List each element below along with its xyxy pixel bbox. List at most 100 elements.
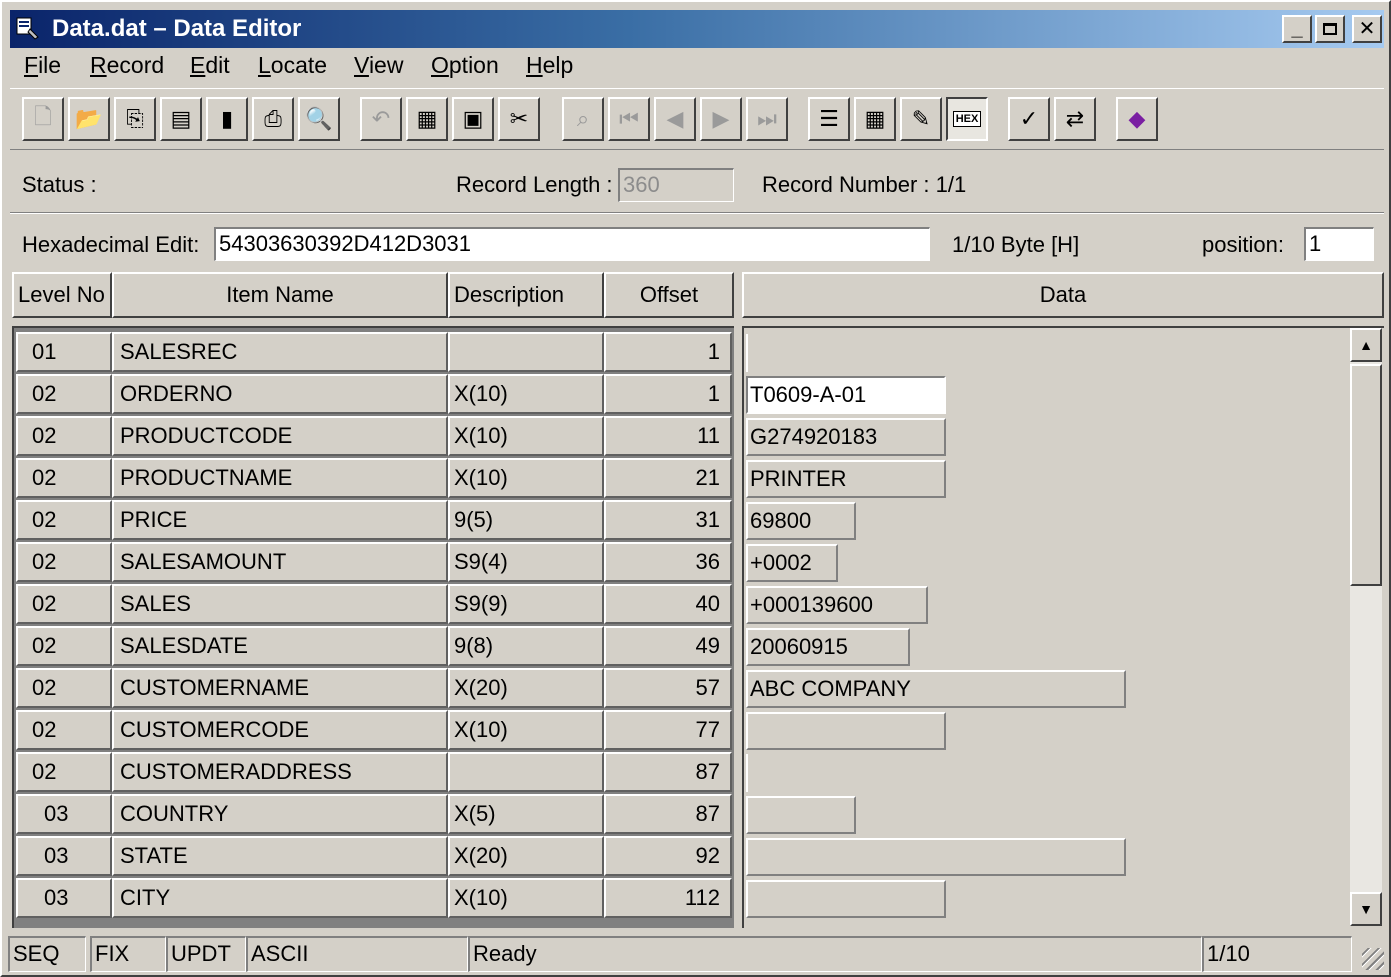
hex-edit-input[interactable]: 54303630392D412D3031 xyxy=(214,227,930,261)
cell-level[interactable]: 02 xyxy=(16,542,112,582)
open-button[interactable]: 📂 xyxy=(68,97,110,141)
cell-description[interactable]: X(20) xyxy=(448,836,604,876)
data-field[interactable]: 20060915 xyxy=(746,628,910,666)
cell-level[interactable]: 02 xyxy=(16,668,112,708)
cell-description[interactable] xyxy=(448,752,604,792)
list-view-button[interactable]: ☰ xyxy=(808,97,850,141)
scroll-thumb[interactable] xyxy=(1350,364,1382,586)
cell-level[interactable]: 02 xyxy=(16,626,112,666)
cut-record-button[interactable]: ✂ xyxy=(498,97,540,141)
table-row[interactable]: 03 STATE X(20) 92 xyxy=(14,836,734,876)
cell-level[interactable]: 02 xyxy=(16,584,112,624)
cell-level[interactable]: 03 xyxy=(16,878,112,918)
scroll-down-button[interactable]: ▼ xyxy=(1350,892,1382,926)
first-record-button[interactable]: ⏮ xyxy=(608,97,650,141)
cell-item-name[interactable]: CUSTOMERADDRESS xyxy=(112,752,448,792)
cell-item-name[interactable]: PRODUCTCODE xyxy=(112,416,448,456)
data-field[interactable]: G274920183 xyxy=(746,418,946,456)
column-header-item-name[interactable]: Item Name xyxy=(112,272,448,318)
cell-offset[interactable]: 40 xyxy=(604,584,732,624)
cell-item-name[interactable]: PRODUCTNAME xyxy=(112,458,448,498)
table-row[interactable]: 02 PRODUCTCODE X(10) 11 xyxy=(14,416,734,456)
data-field[interactable] xyxy=(746,712,946,750)
cell-level[interactable]: 01 xyxy=(16,332,112,372)
cell-item-name[interactable]: STATE xyxy=(112,836,448,876)
help-button[interactable]: ◆ xyxy=(1116,97,1158,141)
cell-level[interactable]: 02 xyxy=(16,752,112,792)
maximize-button[interactable] xyxy=(1315,15,1345,43)
table-view-button[interactable]: ▦ xyxy=(854,97,896,141)
title-bar[interactable]: Data.dat – Data Editor _ ✕ xyxy=(10,10,1384,48)
column-header-offset[interactable]: Offset xyxy=(604,272,734,318)
edit-view-button[interactable]: ✎ xyxy=(900,97,942,141)
cell-offset[interactable]: 1 xyxy=(604,332,732,372)
cell-offset[interactable]: 11 xyxy=(604,416,732,456)
scroll-up-button[interactable]: ▲ xyxy=(1350,328,1382,362)
menu-view[interactable]: View xyxy=(354,52,403,79)
cell-offset[interactable]: 21 xyxy=(604,458,732,498)
import-button[interactable]: ⎘ xyxy=(114,97,156,141)
cell-description[interactable]: 9(5) xyxy=(448,500,604,540)
resize-grip-icon[interactable] xyxy=(1362,948,1384,970)
cell-description[interactable]: S9(9) xyxy=(448,584,604,624)
cell-offset[interactable]: 77 xyxy=(604,710,732,750)
data-field[interactable] xyxy=(746,754,750,792)
table-row[interactable]: 02 CUSTOMERNAME X(20) 57 xyxy=(14,668,734,708)
cell-offset[interactable]: 92 xyxy=(604,836,732,876)
next-record-button[interactable]: ▶ xyxy=(700,97,742,141)
cell-item-name[interactable]: SALESREC xyxy=(112,332,448,372)
new-button[interactable]: 🗋 xyxy=(22,97,64,141)
data-field[interactable]: +000139600 xyxy=(746,586,928,624)
table-row[interactable]: 03 COUNTRY X(5) 87 xyxy=(14,794,734,834)
table-row[interactable]: 02 SALESAMOUNT S9(4) 36 xyxy=(14,542,734,582)
insert-record-button[interactable]: ▦ xyxy=(406,97,448,141)
column-header-description[interactable]: Description xyxy=(448,272,604,318)
data-field[interactable] xyxy=(746,334,750,372)
cell-item-name[interactable]: COUNTRY xyxy=(112,794,448,834)
cell-level[interactable]: 02 xyxy=(16,416,112,456)
cell-description[interactable]: X(10) xyxy=(448,374,604,414)
menu-locate[interactable]: Locate xyxy=(258,52,327,79)
position-input[interactable]: 1 xyxy=(1304,227,1374,261)
cell-offset[interactable]: 57 xyxy=(604,668,732,708)
cell-offset[interactable]: 31 xyxy=(604,500,732,540)
save-button[interactable]: ▤ xyxy=(160,97,202,141)
prev-record-button[interactable]: ◀ xyxy=(654,97,696,141)
cell-offset[interactable]: 1 xyxy=(604,374,732,414)
cell-description[interactable]: X(5) xyxy=(448,794,604,834)
table-row[interactable]: 02 SALES S9(9) 40 xyxy=(14,584,734,624)
menu-help[interactable]: Help xyxy=(526,52,573,79)
data-field[interactable]: 69800 xyxy=(746,502,856,540)
data-field[interactable] xyxy=(746,796,856,834)
table-row[interactable]: 02 CUSTOMERCODE X(10) 77 xyxy=(14,710,734,750)
undo-button[interactable]: ↶ xyxy=(360,97,402,141)
data-field[interactable]: T0609-A-01 xyxy=(746,376,946,414)
hex-view-button[interactable]: HEX xyxy=(946,97,988,141)
cell-item-name[interactable]: SALES xyxy=(112,584,448,624)
check-button[interactable]: ✓ xyxy=(1008,97,1050,141)
table-row[interactable]: 02 PRICE 9(5) 31 xyxy=(14,500,734,540)
cell-description[interactable]: X(10) xyxy=(448,710,604,750)
cell-offset[interactable]: 87 xyxy=(604,752,732,792)
menu-edit[interactable]: Edit xyxy=(190,52,230,79)
cell-offset[interactable]: 112 xyxy=(604,878,732,918)
cell-item-name[interactable]: CITY xyxy=(112,878,448,918)
cell-description[interactable]: X(20) xyxy=(448,668,604,708)
convert-button[interactable]: ⇄ xyxy=(1054,97,1096,141)
vertical-scrollbar[interactable]: ▲ ▼ xyxy=(1350,328,1382,926)
cell-level[interactable]: 03 xyxy=(16,836,112,876)
cell-description[interactable]: S9(4) xyxy=(448,542,604,582)
print-button[interactable]: ⎙ xyxy=(252,97,294,141)
cell-description[interactable]: 9(8) xyxy=(448,626,604,666)
menu-file[interactable]: File xyxy=(24,52,61,79)
cell-offset[interactable]: 87 xyxy=(604,794,732,834)
table-row[interactable]: 01 SALESREC 1 xyxy=(14,332,734,372)
cell-description[interactable]: X(10) xyxy=(448,878,604,918)
column-header-level[interactable]: Level No xyxy=(12,272,112,318)
cell-description[interactable]: X(10) xyxy=(448,416,604,456)
cell-offset[interactable]: 36 xyxy=(604,542,732,582)
table-row[interactable]: 03 CITY X(10) 112 xyxy=(14,878,734,918)
table-row[interactable]: 02 ORDERNO X(10) 1 xyxy=(14,374,734,414)
print-preview-button[interactable]: 🔍 xyxy=(298,97,340,141)
cell-level[interactable]: 02 xyxy=(16,710,112,750)
